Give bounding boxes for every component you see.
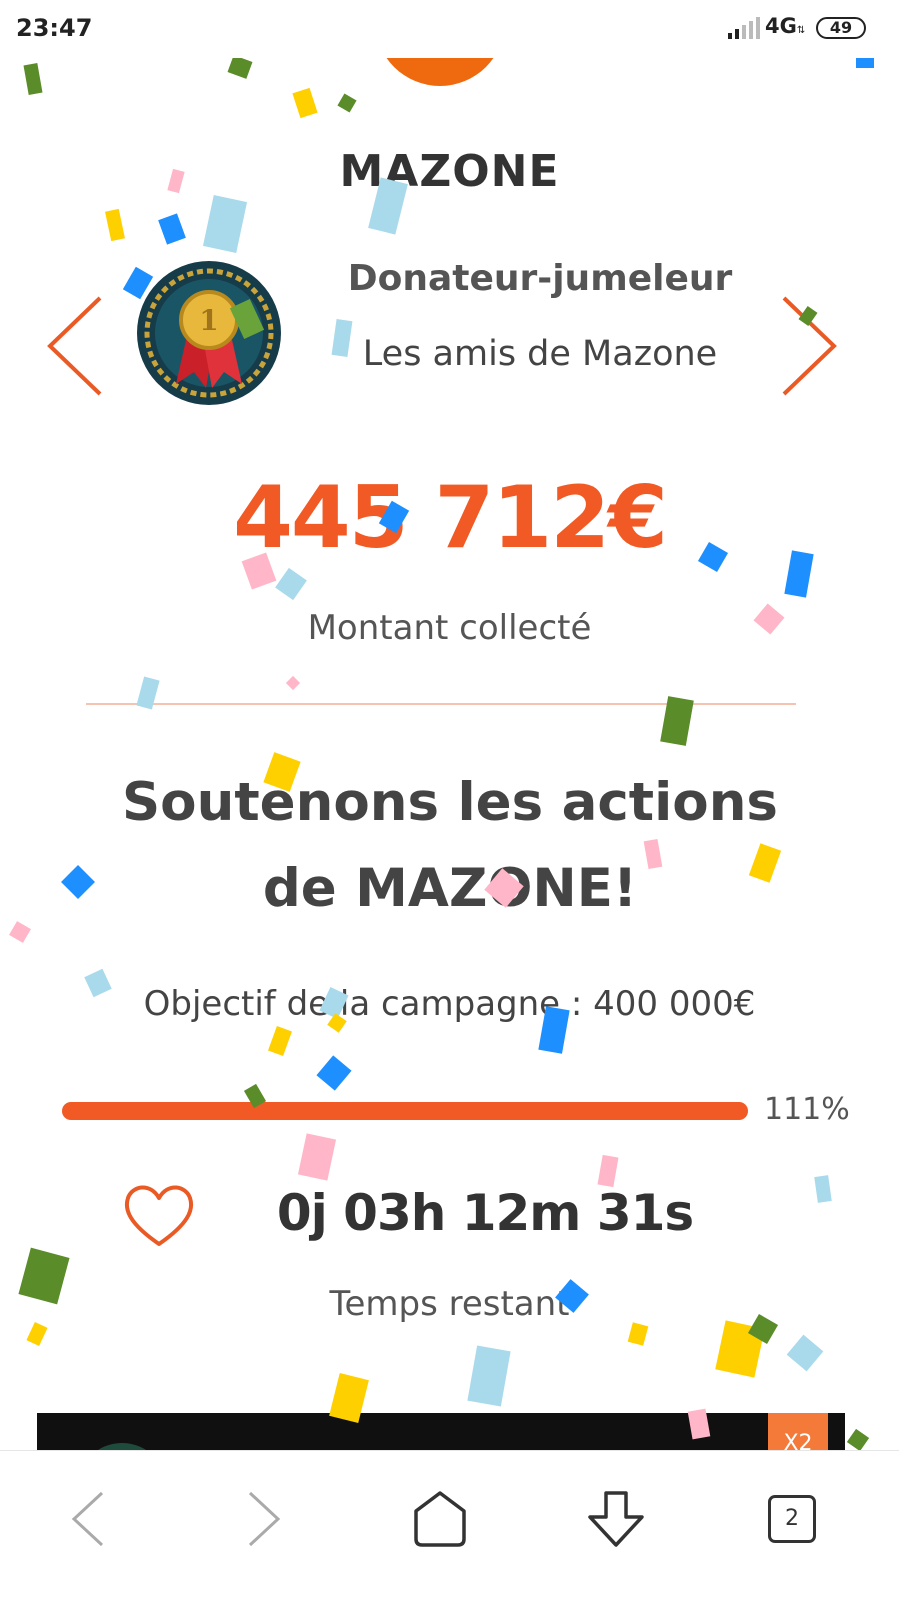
tabs-count: 2: [768, 1495, 816, 1543]
page-content[interactable]: MAZONE 1 Donateur-jumeleur Les amis de M…: [0, 58, 899, 1450]
previous-arrow-icon[interactable]: [44, 294, 104, 398]
progress-percent: 111%: [764, 1092, 850, 1127]
countdown-label: Temps restant: [329, 1284, 570, 1324]
campaign-title-line2: de MAZONE!: [262, 858, 638, 919]
video-preview[interactable]: [37, 1413, 845, 1450]
countdown-timer: 0j 03h 12m 31s: [276, 1184, 694, 1242]
tabs-button[interactable]: 2: [752, 1479, 832, 1559]
battery-icon: 49: [816, 17, 866, 39]
org-title: MAZONE: [339, 146, 560, 197]
browser-bottom-bar: 2: [0, 1450, 899, 1600]
svg-text:1: 1: [199, 304, 218, 337]
signal-strength-icon: [728, 17, 760, 39]
home-icon: [414, 1491, 466, 1547]
donor-type: Donateur-jumeleur: [347, 258, 733, 299]
divider: [86, 703, 796, 705]
progress-bar: [62, 1102, 748, 1120]
status-bar: 23:47 4G⇅ 49: [0, 0, 899, 58]
back-button[interactable]: [48, 1479, 128, 1559]
medal-badge-icon: 1: [137, 261, 281, 405]
network-type: 4G⇅: [765, 14, 805, 38]
amount-label: Montant collecté: [307, 608, 592, 648]
multiplier-badge: X2: [768, 1413, 828, 1450]
data-arrows-icon: ⇅: [796, 25, 806, 36]
chevron-left-icon: [71, 1491, 104, 1547]
status-time: 23:47: [16, 14, 93, 42]
heart-icon[interactable]: [122, 1182, 196, 1250]
network-label: 4G: [765, 14, 797, 38]
chevron-right-icon: [248, 1491, 281, 1547]
home-button[interactable]: [400, 1479, 480, 1559]
next-arrow-icon[interactable]: [780, 294, 840, 398]
download-arrow-icon: [588, 1491, 644, 1547]
download-button[interactable]: [576, 1479, 656, 1559]
amount-collected: 445 712€: [233, 468, 668, 568]
org-logo: [375, 58, 505, 86]
forward-button[interactable]: [224, 1479, 304, 1559]
campaign-title-line1: Soutenons les actions: [122, 772, 778, 833]
campaign-title: Soutenons les actions de MAZONE!: [80, 760, 820, 932]
campaign-goal: Objectif de la campagne : 400 000€: [143, 984, 756, 1024]
video-thumbnail: [77, 1443, 167, 1450]
progress-fill: [62, 1102, 748, 1120]
donor-group: Les amis de Mazone: [362, 334, 718, 374]
